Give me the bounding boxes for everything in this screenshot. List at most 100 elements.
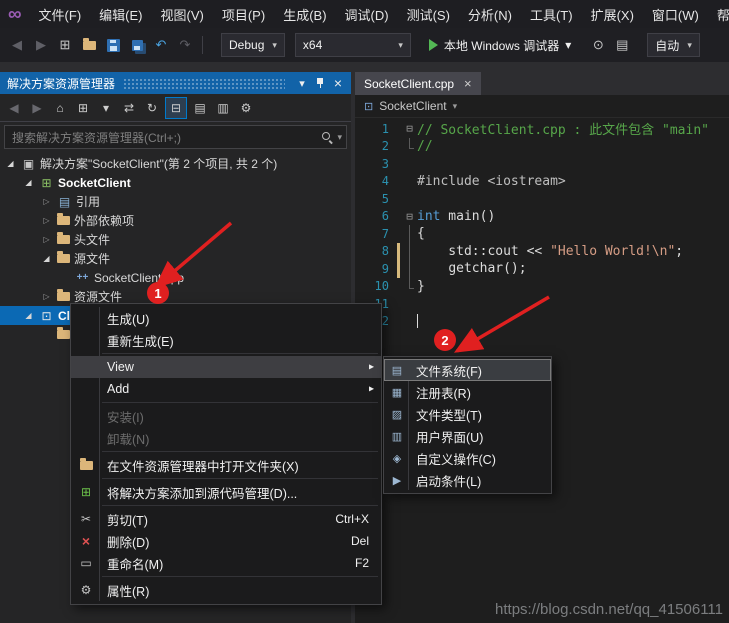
navigation-bar[interactable]: ⊡ SocketClient ▾	[355, 95, 729, 118]
menubar-item[interactable]: 编辑(E)	[90, 1, 151, 28]
menubar-item[interactable]: 调试(D)	[336, 1, 398, 28]
sync-active-document-icon[interactable]: ⇄	[119, 98, 139, 118]
submenu-item[interactable]: ▨ 文件类型(T)	[384, 403, 551, 425]
undo-icon[interactable]: ↶	[150, 34, 172, 56]
twisty-icon[interactable]: ▷	[40, 216, 53, 225]
menubar-item[interactable]: 工具(T)	[521, 1, 582, 28]
chevron-down-icon[interactable]: ▾	[337, 132, 342, 143]
tree-item[interactable]: ◢ 源文件	[0, 249, 351, 268]
menubar-item[interactable]: 生成(B)	[274, 1, 335, 28]
break-all-icon[interactable]: ⊙	[587, 34, 609, 56]
fold-margin	[402, 173, 417, 191]
visual-studio-logo-icon: ∞	[8, 3, 22, 25]
collapse-all-icon[interactable]: ⊟	[165, 96, 187, 119]
show-all-files-icon[interactable]: ▤	[190, 98, 210, 118]
tab-close-icon[interactable]: ×	[464, 76, 472, 91]
menu-item-label: View	[107, 360, 134, 374]
context-menu-item[interactable]: ⊞ 将解决方案添加到源代码管理(D)...	[71, 481, 381, 503]
context-menu-item[interactable]: Add ▸	[71, 378, 381, 400]
code-line: 9 getchar();	[355, 260, 729, 278]
panel-titlebar[interactable]: 解决方案资源管理器 ▾ ×	[0, 72, 351, 94]
switch-views-icon[interactable]: ⊞	[73, 98, 93, 118]
change-indicator	[397, 295, 400, 313]
panel-toolbar-icons: ◀ ▶ ⌂ ⊞ ▾ ⇄ ↻ ⊟ ▤ ▥ ⚙	[4, 96, 256, 119]
menubar-item[interactable]: 分析(N)	[459, 1, 521, 28]
twisty-icon[interactable]: ▷	[40, 235, 53, 244]
tree-item[interactable]: ++ SocketClient.cpp	[0, 268, 351, 287]
context-menu-item[interactable]: 生成(U)	[71, 307, 381, 329]
context-menu-item[interactable]: × 删除(D) Del	[71, 530, 381, 552]
start-debugging-button[interactable]: 本地 Windows 调试器 ▾	[425, 37, 575, 54]
menubar-item[interactable]: 项目(P)	[213, 1, 274, 28]
tree-item[interactable]: ▷ 外部依赖项	[0, 211, 351, 230]
tree-item[interactable]: ◢ ▣ 解决方案"SocketClient"(第 2 个项目, 共 2 个)	[0, 154, 351, 173]
menu-icon-slot	[76, 329, 96, 351]
show-output-icon[interactable]: ▤	[611, 34, 633, 56]
nav-back-icon[interactable]: ◀	[6, 34, 28, 56]
change-indicator	[397, 313, 400, 331]
code-text: getchar();	[417, 261, 527, 277]
redo-icon[interactable]: ↷	[174, 34, 196, 56]
tree-item[interactable]: ◢ ⊞ SocketClient	[0, 173, 351, 192]
twisty-icon[interactable]: ◢	[4, 159, 17, 168]
annotation-badge-2: 2	[434, 329, 456, 351]
submenu-item[interactable]: ◈ 自定义操作(C)	[384, 447, 551, 469]
line-number: 9	[381, 261, 389, 276]
menubar-items: 文件(F) 编辑(E) 视图(V) 项目(P) 生成(B) 调试(D) 测试(S) 分析(N)…	[30, 1, 729, 28]
code-text: }	[417, 279, 425, 294]
file-types-icon: ▨	[391, 408, 403, 421]
tab-socketclient-cpp[interactable]: SocketClient.cpp ×	[355, 72, 481, 95]
annotation-badge-1: 1	[147, 282, 169, 304]
menubar-item[interactable]: 窗口(W)	[643, 1, 708, 28]
menu-separator	[102, 451, 378, 452]
context-menu-item[interactable]: 重新生成(E)	[71, 329, 381, 351]
pin-icon[interactable]	[311, 75, 329, 91]
twisty-icon[interactable]: ◢	[22, 178, 35, 187]
context-menu-item[interactable]: 在文件资源管理器中打开文件夹(X)	[71, 454, 381, 476]
search-input[interactable]: 搜索解决方案资源管理器(Ctrl+;) ▾	[4, 125, 347, 149]
configuration-combo[interactable]: Debug ▾	[221, 33, 285, 57]
submenu-item[interactable]: ▶ 启动条件(L)	[384, 469, 551, 491]
platform-combo[interactable]: x64 ▾	[294, 33, 411, 57]
close-icon[interactable]: ×	[329, 75, 347, 91]
search-icon[interactable]	[320, 130, 334, 144]
submenu-item[interactable]: ▦ 注册表(R)	[384, 381, 551, 403]
window-position-icon[interactable]: ▾	[293, 75, 311, 91]
fold-toggle-icon[interactable]: ⊟	[402, 208, 417, 226]
tree-item[interactable]: ▷ 头文件	[0, 230, 351, 249]
tree-item[interactable]: ▷ ▤ 引用	[0, 192, 351, 211]
forward-icon[interactable]: ▶	[27, 98, 47, 118]
new-file-icon[interactable]: ⊞	[54, 34, 76, 56]
user-interface-icon: ▥	[391, 430, 403, 443]
preview-items-icon[interactable]: ▥	[213, 98, 233, 118]
menubar-item[interactable]: 视图(V)	[152, 1, 213, 28]
context-menu-item[interactable]: ✂ 剪切(T) Ctrl+X	[71, 508, 381, 530]
fold-toggle-icon[interactable]: ⊟	[402, 120, 417, 138]
menu-item-label: 剪切(T)	[107, 513, 148, 528]
context-menu-item[interactable]: ▭ 重命名(M) F2	[71, 552, 381, 574]
code-token: //	[417, 138, 433, 154]
properties-icon[interactable]: ⚙	[236, 98, 256, 118]
menubar-item[interactable]: 扩展(X)	[582, 1, 643, 28]
twisty-icon[interactable]: ▷	[40, 292, 53, 301]
twisty-icon[interactable]: ◢	[22, 311, 35, 320]
menubar-item[interactable]: 帮助	[708, 1, 729, 28]
twisty-icon[interactable]: ◢	[40, 254, 53, 263]
twisty-icon[interactable]: ▷	[40, 197, 53, 206]
submenu-item[interactable]: ▥ 用户界面(U)	[384, 425, 551, 447]
context-menu-item[interactable]: ⚙ 属性(R)	[71, 579, 381, 601]
open-file-icon[interactable]	[78, 34, 100, 56]
launch-conditions-icon: ▶	[392, 474, 402, 487]
submenu-item[interactable]: ▤ 文件系统(F)	[384, 359, 551, 381]
context-menu-item[interactable]: View ▸	[71, 356, 381, 378]
save-all-icon[interactable]	[126, 34, 148, 56]
refresh-icon[interactable]: ↻	[142, 98, 162, 118]
menubar-item[interactable]: 测试(S)	[398, 1, 459, 28]
filter-icon[interactable]: ▾	[96, 98, 116, 118]
home-icon[interactable]: ⌂	[50, 98, 70, 118]
nav-forward-icon[interactable]: ▶	[30, 34, 52, 56]
save-icon[interactable]	[102, 34, 124, 56]
auto-combo[interactable]: 自动 ▾	[647, 33, 700, 57]
menubar-item[interactable]: 文件(F)	[30, 1, 91, 28]
back-icon[interactable]: ◀	[4, 98, 24, 118]
